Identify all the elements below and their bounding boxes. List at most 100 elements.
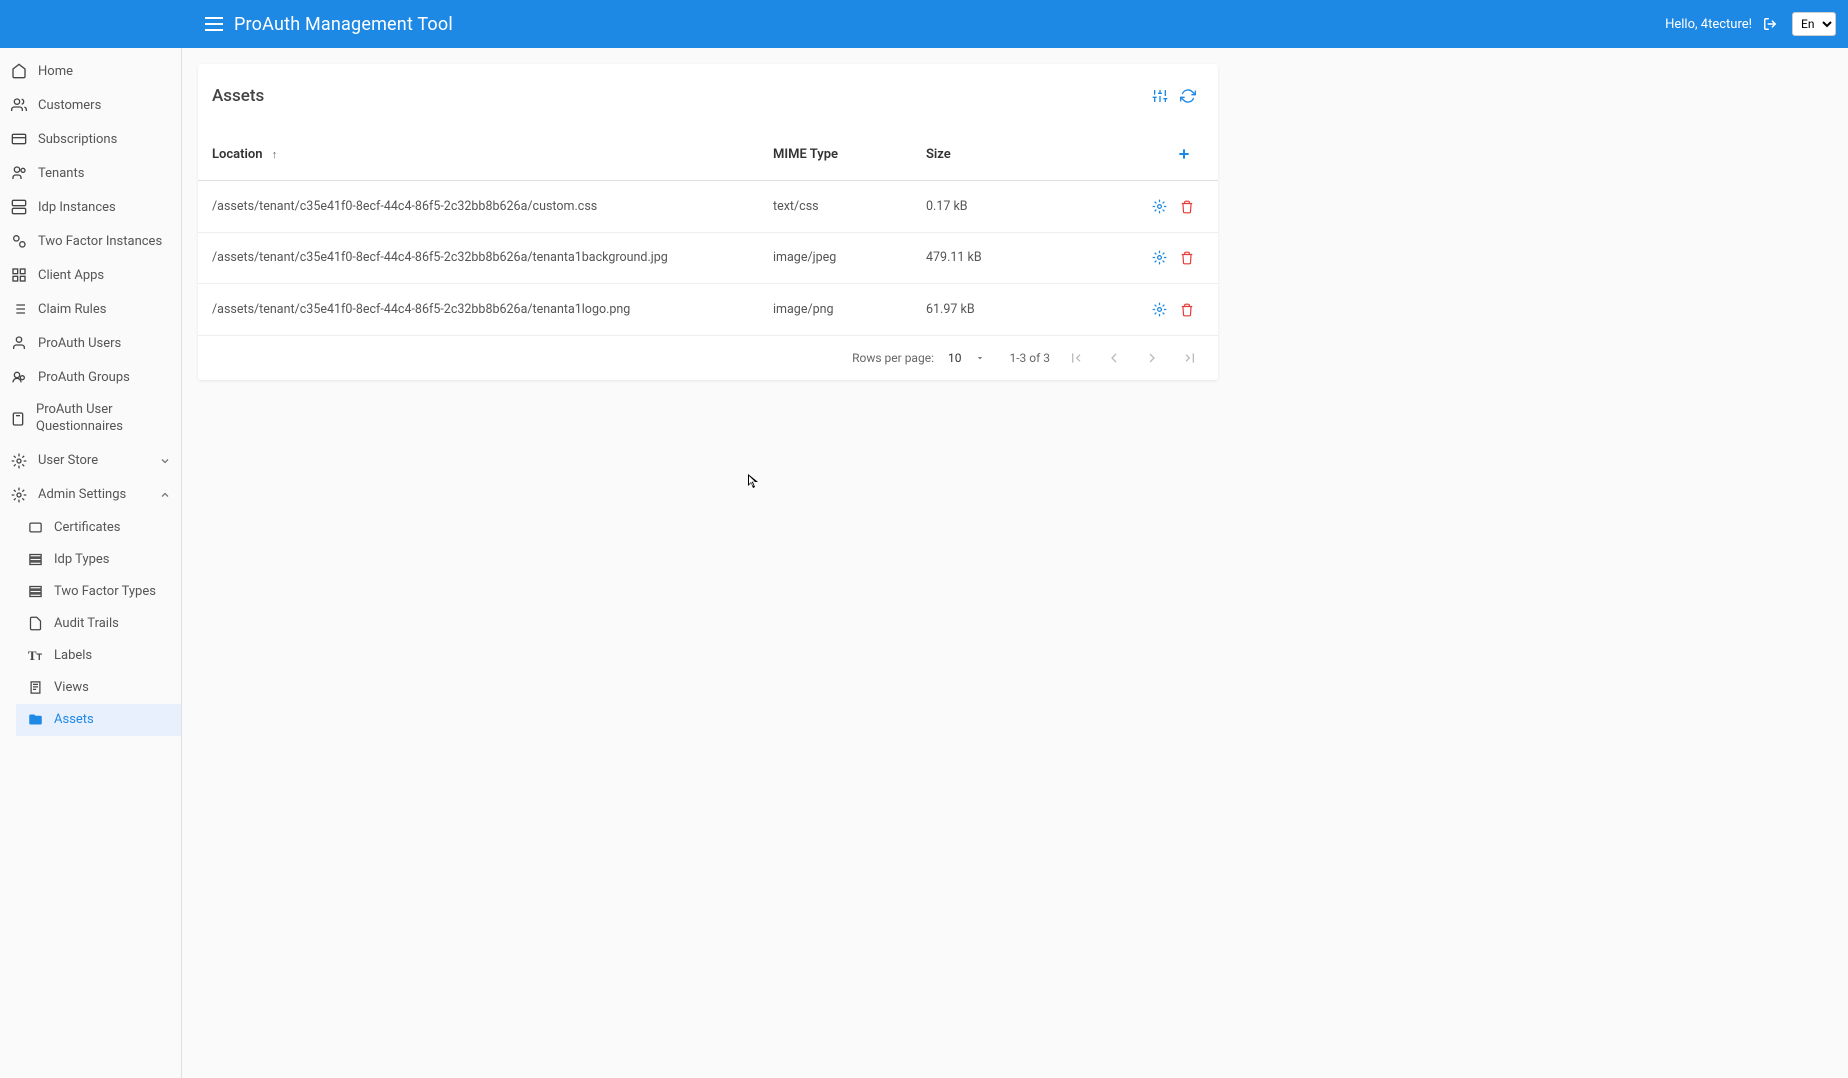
tenants-icon	[10, 164, 28, 182]
chevron-left-icon	[1106, 350, 1122, 366]
nav-label: Assets	[54, 712, 94, 727]
nav-assets[interactable]: Assets	[16, 704, 181, 736]
nav-proauth-groups[interactable]: ProAuth Groups	[0, 360, 181, 394]
sidebar: Home Customers Subscriptions Tenants Idp…	[0, 48, 182, 1078]
nav-certificates[interactable]: Certificates	[16, 512, 181, 544]
filter-button[interactable]	[1146, 82, 1174, 110]
nav-label: Tenants	[38, 166, 84, 181]
text-icon: TT	[26, 647, 44, 665]
list-icon	[26, 583, 44, 601]
chevron-right-icon	[1144, 350, 1160, 366]
menu-toggle-button[interactable]	[202, 12, 226, 36]
first-page-button[interactable]	[1064, 346, 1088, 370]
sort-asc-icon: ↑	[272, 148, 278, 161]
nav-customers[interactable]: Customers	[0, 88, 181, 122]
delete-button[interactable]	[1176, 299, 1198, 321]
nav-label: Audit Trails	[54, 616, 119, 631]
cell-actions	[1065, 232, 1218, 284]
cell-location: /assets/tenant/c35e41f0-8ecf-44c4-86f5-2…	[198, 232, 759, 284]
list-icon	[26, 551, 44, 569]
home-icon	[10, 62, 28, 80]
table-row: /assets/tenant/c35e41f0-8ecf-44c4-86f5-2…	[198, 232, 1218, 284]
nav-two-factor-types[interactable]: Two Factor Types	[16, 576, 181, 608]
col-label: Size	[926, 147, 951, 162]
nav-views[interactable]: Views	[16, 672, 181, 704]
nav-proauth-users[interactable]: ProAuth Users	[0, 326, 181, 360]
cell-mime: image/png	[759, 284, 912, 336]
nav-label: Two Factor Types	[54, 584, 156, 599]
nav-label: Admin Settings	[38, 487, 126, 502]
cell-mime: image/jpeg	[759, 232, 912, 284]
nav-audit-trails[interactable]: Audit Trails	[16, 608, 181, 640]
users-icon	[10, 96, 28, 114]
nav-subscriptions[interactable]: Subscriptions	[0, 122, 181, 156]
rows-per-page-value[interactable]: 10	[948, 351, 962, 365]
gear-icon	[10, 486, 28, 504]
page-range: 1-3 of 3	[1009, 351, 1050, 365]
delete-button[interactable]	[1176, 196, 1198, 218]
logout-button[interactable]	[1760, 14, 1780, 34]
col-mime[interactable]: MIME Type	[759, 128, 912, 181]
nav-label: Labels	[54, 648, 92, 663]
gear-icon	[1152, 250, 1167, 265]
nav-idp-instances[interactable]: Idp Instances	[0, 190, 181, 224]
nav-label: ProAuth Users	[38, 336, 121, 351]
assets-card: Assets Location ↑ MIME Type	[198, 64, 1218, 380]
cell-actions	[1065, 181, 1218, 233]
user-greeting: Hello, 4tecture!	[1665, 17, 1752, 32]
sliders-icon	[1152, 88, 1168, 104]
nav-idp-types[interactable]: Idp Types	[16, 544, 181, 576]
card-icon	[10, 130, 28, 148]
nav-user-store[interactable]: User Store	[0, 444, 181, 478]
dropdown-icon[interactable]	[975, 353, 985, 363]
nav-label: ProAuth User Questionnaires	[36, 402, 171, 436]
nav-label: Client Apps	[38, 268, 104, 283]
certificate-icon	[26, 519, 44, 537]
gears-icon	[10, 232, 28, 250]
add-button[interactable]	[1170, 140, 1198, 168]
last-page-button[interactable]	[1178, 346, 1202, 370]
trash-icon	[1180, 200, 1194, 214]
plus-icon	[1176, 146, 1192, 162]
prev-page-button[interactable]	[1102, 346, 1126, 370]
nav-label: Views	[54, 680, 89, 695]
refresh-button[interactable]	[1174, 82, 1202, 110]
folder-icon	[26, 711, 44, 729]
table-row: /assets/tenant/c35e41f0-8ecf-44c4-86f5-2…	[198, 181, 1218, 233]
cell-location: /assets/tenant/c35e41f0-8ecf-44c4-86f5-2…	[198, 181, 759, 233]
nav-proauth-user-questionnaires[interactable]: ProAuth User Questionnaires	[0, 394, 181, 444]
nav-tenants[interactable]: Tenants	[0, 156, 181, 190]
language-select[interactable]: En	[1792, 12, 1836, 36]
file-icon	[26, 615, 44, 633]
edit-button[interactable]	[1148, 298, 1170, 320]
page-title: Assets	[212, 86, 264, 106]
nav-home[interactable]: Home	[0, 54, 181, 88]
nav-claim-rules[interactable]: Claim Rules	[0, 292, 181, 326]
trash-icon	[1180, 303, 1194, 317]
chevron-down-icon	[159, 455, 171, 467]
delete-button[interactable]	[1176, 247, 1198, 269]
nav-admin-settings[interactable]: Admin Settings	[0, 478, 181, 512]
table-row: /assets/tenant/c35e41f0-8ecf-44c4-86f5-2…	[198, 284, 1218, 336]
cell-actions	[1065, 284, 1218, 336]
document-icon	[26, 679, 44, 697]
col-location[interactable]: Location ↑	[198, 128, 759, 181]
col-size[interactable]: Size	[912, 128, 1065, 181]
main-content: Assets Location ↑ MIME Type	[182, 48, 1848, 1078]
nav-label: Subscriptions	[38, 132, 117, 147]
apps-icon	[10, 266, 28, 284]
trash-icon	[1180, 251, 1194, 265]
app-title: ProAuth Management Tool	[234, 14, 453, 35]
edit-button[interactable]	[1148, 195, 1170, 217]
logout-icon	[1763, 17, 1777, 31]
nav-label: Claim Rules	[38, 302, 106, 317]
nav-two-factor-instances[interactable]: Two Factor Instances	[0, 224, 181, 258]
list-icon	[10, 300, 28, 318]
nav-labels[interactable]: TT Labels	[16, 640, 181, 672]
nav-label: Customers	[38, 98, 101, 113]
cell-size: 479.11 kB	[912, 232, 1065, 284]
next-page-button[interactable]	[1140, 346, 1164, 370]
nav-client-apps[interactable]: Client Apps	[0, 258, 181, 292]
nav-admin-submenu: Certificates Idp Types Two Factor Types …	[0, 512, 181, 736]
edit-button[interactable]	[1148, 247, 1170, 269]
